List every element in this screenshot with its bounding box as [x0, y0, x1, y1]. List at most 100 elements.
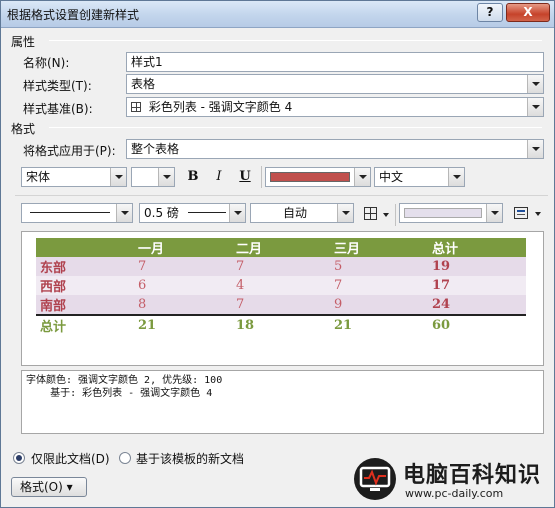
- total-value-cell: 60: [428, 314, 526, 335]
- font-select[interactable]: 宋体: [21, 167, 127, 187]
- template-documents-radio[interactable]: [119, 452, 131, 464]
- template-documents-label[interactable]: 基于该模板的新文档: [136, 450, 244, 467]
- toolbar-divider: [395, 204, 396, 226]
- value-cell: 7: [134, 257, 232, 276]
- format-menu-button[interactable]: 格式(O) ▾: [11, 477, 87, 497]
- underline-button[interactable]: U: [234, 166, 256, 188]
- style-preview-pane: 一月 二月 三月 总计 东部 7 7 5 19 西部 6 4 7 17 南部 8…: [21, 231, 544, 366]
- preview-total-row: 总计 21 18 21 60: [36, 314, 526, 335]
- this-document-only-radio[interactable]: [13, 452, 25, 464]
- table-style-icon: [131, 102, 141, 112]
- chevron-down-icon: [116, 204, 132, 222]
- value-cell: 7: [232, 295, 330, 315]
- help-button[interactable]: ?: [477, 3, 503, 22]
- style-name-input[interactable]: 样式1: [126, 52, 544, 72]
- watermark-title: 电脑百科知识: [403, 463, 542, 488]
- chevron-down-icon: [229, 204, 245, 222]
- apply-to-value: 整个表格: [131, 142, 180, 156]
- font-color-select[interactable]: [265, 167, 371, 187]
- chevron-down-icon: [486, 204, 502, 222]
- font-size-select[interactable]: [131, 167, 175, 187]
- chevron-down-icon: [383, 213, 389, 217]
- row-header-cell: 南部: [36, 295, 134, 315]
- header-cell: 一月: [134, 238, 232, 257]
- create-style-dialog: 根据格式设置创建新样式 ? X 属性 名称(N): 样式1 样式类型(T): 表…: [0, 0, 555, 508]
- value-cell: 9: [330, 295, 428, 315]
- style-based-on-label: 样式基准(B):: [23, 102, 93, 116]
- monitor-logo-icon: [354, 458, 396, 500]
- solid-line-icon: [30, 212, 110, 213]
- chevron-down-icon: [158, 168, 174, 186]
- chevron-down-icon: [448, 168, 464, 186]
- border-style-select[interactable]: [21, 203, 133, 223]
- style-description: 字体颜色: 强调文字颜色 2, 优先级: 100 基于: 彩色列表 - 强调文字…: [21, 370, 544, 434]
- preview-table: 一月 二月 三月 总计 东部 7 7 5 19 西部 6 4 7 17 南部 8…: [36, 238, 526, 335]
- italic-button[interactable]: I: [208, 166, 230, 188]
- style-type-value: 表格: [131, 77, 156, 91]
- description-line: 字体颜色: 强调文字颜色 2, 优先级: 100: [26, 375, 223, 386]
- header-cell: 二月: [232, 238, 330, 257]
- watermark-url: www.pc-daily.com: [405, 487, 504, 500]
- table-properties-button[interactable]: [511, 204, 545, 224]
- preview-row: 西部 6 4 7 17: [36, 276, 526, 295]
- toolbar-separator: [15, 195, 548, 196]
- total-cell: 17: [428, 276, 526, 295]
- preview-row: 南部 8 7 9 24: [36, 295, 526, 315]
- close-button[interactable]: X: [506, 3, 550, 22]
- style-type-select[interactable]: 表格: [126, 74, 544, 94]
- chevron-down-icon: [110, 168, 126, 186]
- preview-header-row: 一月 二月 三月 总计: [36, 238, 526, 257]
- preview-row: 东部 7 7 5 19: [36, 257, 526, 276]
- total-value-cell: 18: [232, 314, 330, 335]
- shading-color-select[interactable]: [399, 203, 503, 223]
- total-value-cell: 21: [134, 314, 232, 335]
- total-label-cell: 总计: [36, 314, 134, 335]
- toolbar-divider: [261, 166, 262, 188]
- dialog-title: 根据格式设置创建新样式: [7, 8, 140, 22]
- apply-to-select[interactable]: 整个表格: [126, 139, 544, 159]
- properties-section-label: 属性: [11, 35, 36, 49]
- site-watermark: 电脑百科知识 www.pc-daily.com: [353, 453, 553, 507]
- title-bar: 根据格式设置创建新样式 ? X: [1, 1, 554, 28]
- header-cell: [36, 238, 134, 257]
- borders-button[interactable]: [362, 205, 392, 223]
- properties-divider: [49, 40, 542, 41]
- total-cell: 19: [428, 257, 526, 276]
- border-color-value: 自动: [282, 206, 307, 220]
- description-line: 基于: 彩色列表 - 强调文字颜色 4: [26, 388, 213, 399]
- row-header-cell: 东部: [36, 257, 134, 276]
- language-select[interactable]: 中文: [374, 167, 465, 187]
- header-cell: 总计: [428, 238, 526, 257]
- value-cell: 5: [330, 257, 428, 276]
- apply-to-label: 将格式应用于(P):: [23, 144, 116, 158]
- table-properties-icon: [514, 207, 528, 219]
- value-cell: 8: [134, 295, 232, 315]
- style-type-label: 样式类型(T):: [23, 79, 92, 93]
- this-document-only-label[interactable]: 仅限此文档(D): [31, 450, 110, 467]
- weight-line-icon: [188, 212, 226, 213]
- total-value-cell: 21: [330, 314, 428, 335]
- chevron-down-icon: [527, 98, 543, 116]
- chevron-down-icon: [535, 212, 541, 216]
- border-weight-value: 0.5 磅: [144, 206, 179, 220]
- border-weight-select[interactable]: 0.5 磅: [139, 203, 246, 223]
- shading-color-swatch: [404, 208, 482, 218]
- chevron-down-icon: [527, 75, 543, 93]
- chevron-down-icon: [337, 204, 353, 222]
- chevron-down-icon: [354, 168, 370, 186]
- grid-borders-icon: [364, 207, 377, 220]
- font-value: 宋体: [26, 170, 51, 184]
- value-cell: 4: [232, 276, 330, 295]
- chevron-down-icon: [527, 140, 543, 158]
- value-cell: 7: [330, 276, 428, 295]
- format-section-label: 格式: [11, 122, 36, 136]
- language-value: 中文: [379, 170, 404, 184]
- style-based-on-select[interactable]: 彩色列表 - 强调文字颜色 4: [126, 97, 544, 117]
- name-label: 名称(N):: [23, 56, 70, 70]
- bold-button[interactable]: B: [182, 166, 204, 188]
- format-divider: [49, 127, 542, 128]
- value-cell: 7: [232, 257, 330, 276]
- border-color-select[interactable]: 自动: [250, 203, 354, 223]
- value-cell: 6: [134, 276, 232, 295]
- row-header-cell: 西部: [36, 276, 134, 295]
